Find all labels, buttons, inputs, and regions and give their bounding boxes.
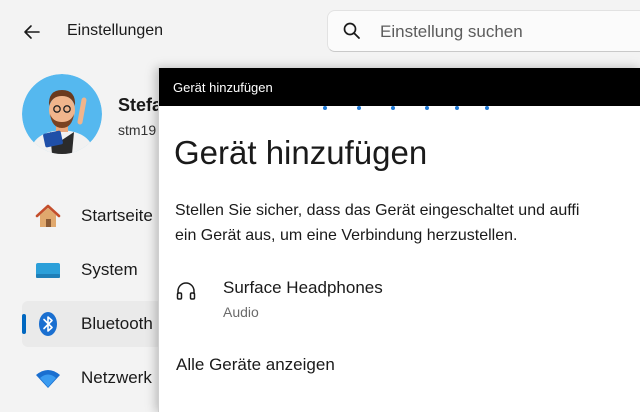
sidebar-item-bluetooth[interactable]: Bluetooth bbox=[22, 301, 162, 347]
sidebar-item-label: Netzwerk bbox=[81, 368, 152, 387]
sidebar-item-system[interactable]: System bbox=[22, 247, 162, 293]
home-icon bbox=[35, 204, 61, 227]
dialog-heading: Gerät hinzufügen bbox=[174, 134, 428, 171]
search-box[interactable] bbox=[327, 10, 640, 52]
sidebar-item-netzwerk[interactable]: Netzwerk bbox=[22, 355, 162, 401]
search-input[interactable] bbox=[378, 19, 640, 45]
dialog-titlebar-text: Gerät hinzufügen bbox=[173, 80, 273, 95]
headphones-icon bbox=[176, 282, 196, 300]
arrow-left-icon bbox=[24, 25, 40, 39]
sidebar-item-label: Startseite bbox=[81, 206, 153, 225]
sidebar-item-label: System bbox=[81, 260, 138, 279]
searching-progress-indicator bbox=[159, 106, 640, 112]
sidebar-item-startseite[interactable]: Startseite bbox=[22, 193, 162, 239]
device-name: Surface Headphones bbox=[223, 278, 383, 297]
user-email: stm19 bbox=[118, 122, 157, 138]
device-type: Audio bbox=[223, 304, 259, 320]
app-title: Einstellungen bbox=[67, 22, 164, 39]
bluetooth-icon bbox=[39, 312, 57, 336]
dialog-titlebar: Gerät hinzufügen bbox=[159, 68, 640, 106]
dialog-description-line: ein Gerät aus, um eine Verbindung herzus… bbox=[175, 227, 518, 244]
title-bar: Einstellungen bbox=[0, 0, 640, 64]
monitor-icon bbox=[36, 263, 60, 278]
user-name: Stefa bbox=[118, 95, 163, 115]
wifi-icon bbox=[36, 370, 60, 388]
add-device-dialog: Gerät hinzufügen Gerät hinzufügen Stelle… bbox=[158, 68, 640, 412]
avatar[interactable] bbox=[22, 74, 102, 154]
user-avatar-illustration bbox=[22, 74, 102, 154]
dialog-description-line: Stellen Sie sicher, dass das Gerät einge… bbox=[175, 202, 580, 219]
sidebar-item-label: Bluetooth bbox=[81, 314, 153, 333]
search-icon bbox=[343, 22, 360, 39]
dialog-description: Stellen Sie sicher, dass das Gerät einge… bbox=[175, 198, 640, 248]
active-indicator bbox=[22, 314, 26, 334]
device-item-surface-headphones[interactable]: Surface Headphones Audio bbox=[159, 268, 640, 328]
show-all-devices-link[interactable]: Alle Geräte anzeigen bbox=[176, 355, 335, 375]
back-button[interactable] bbox=[18, 18, 46, 46]
